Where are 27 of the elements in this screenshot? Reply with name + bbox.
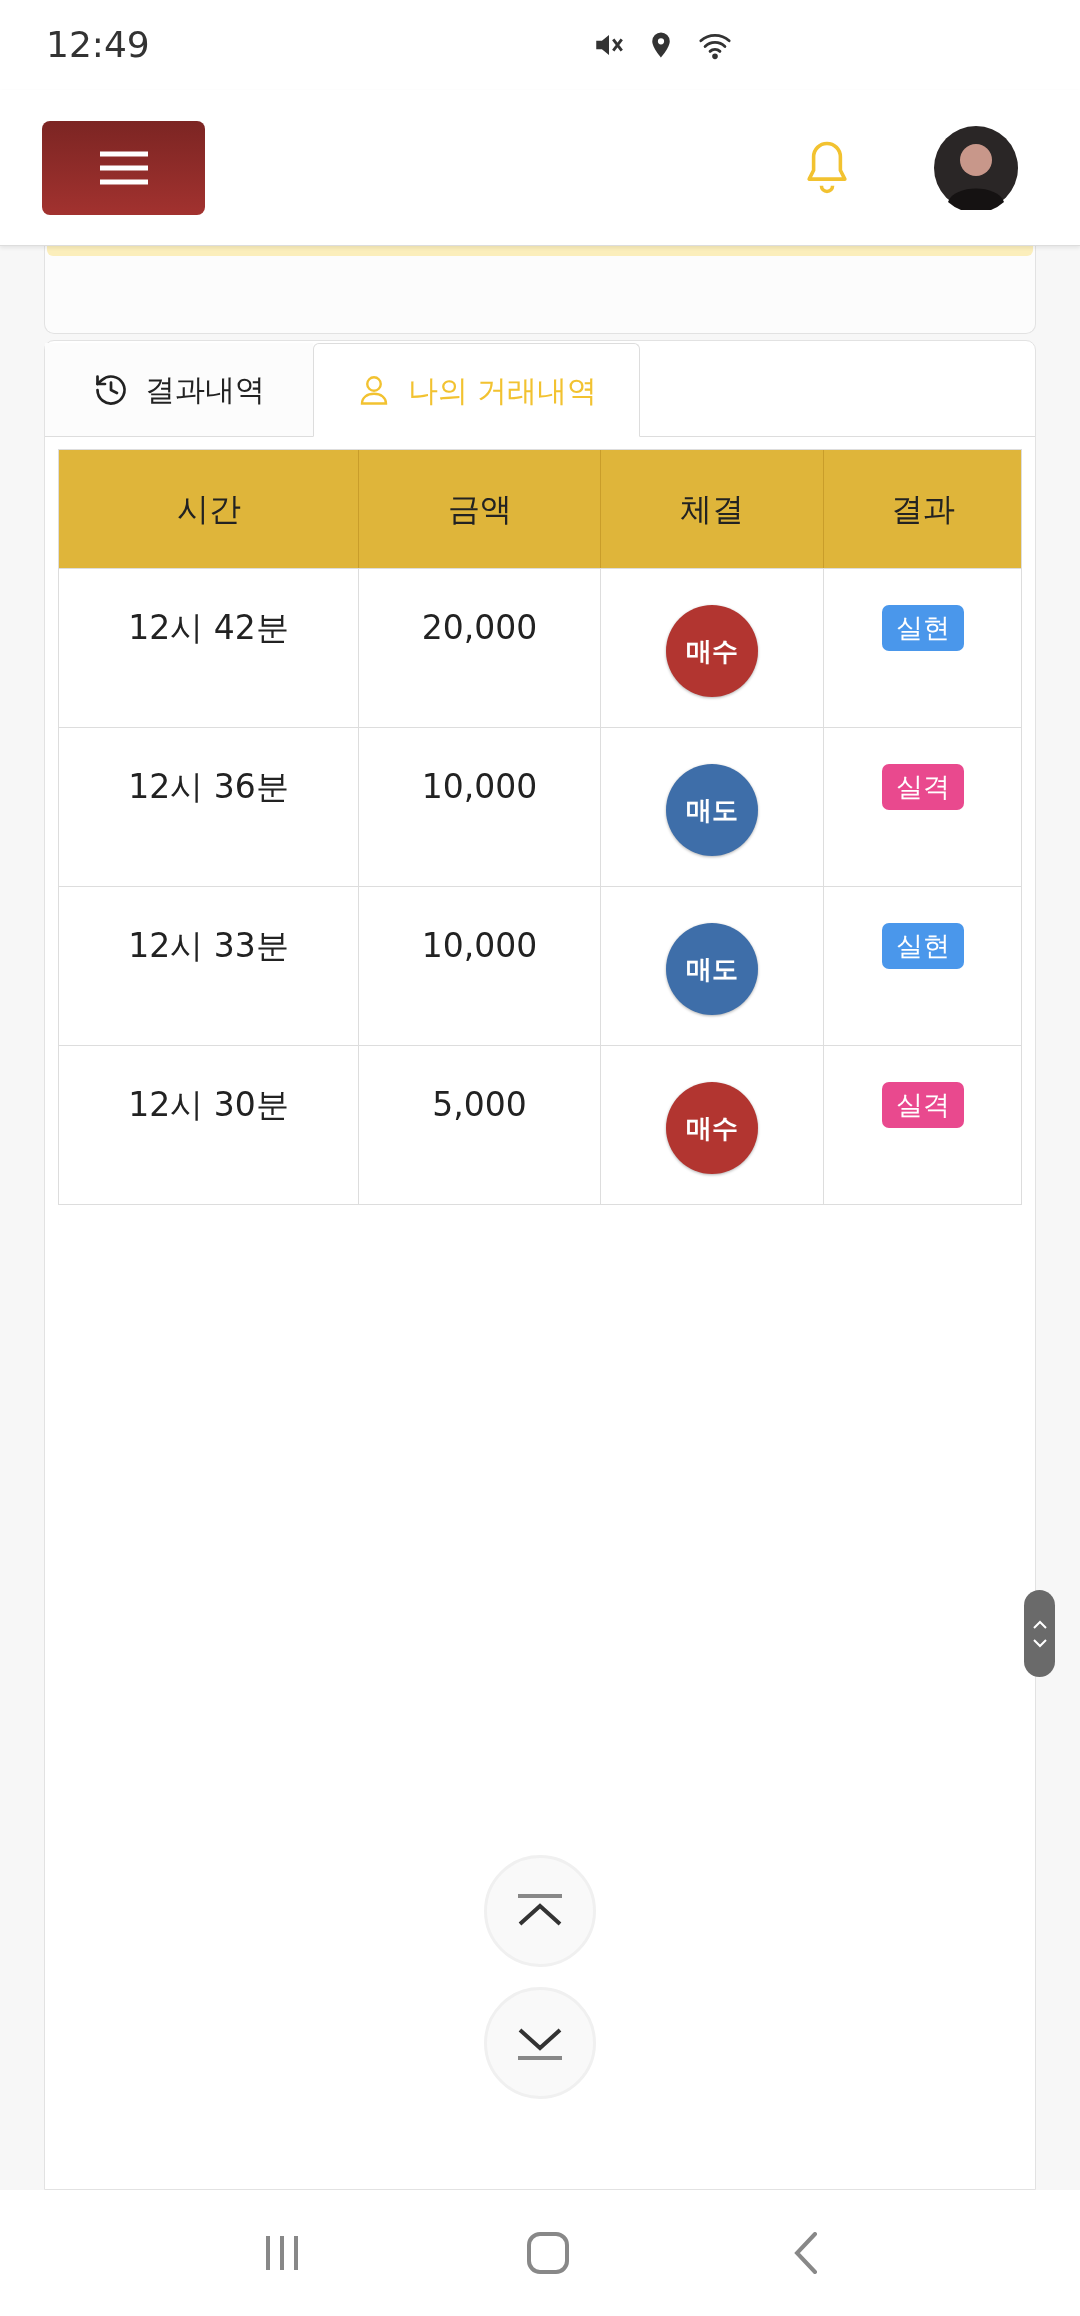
menu-button[interactable]	[42, 120, 205, 215]
result-badge: 실격	[881, 764, 964, 810]
column-header: 시간	[59, 450, 359, 568]
amount-cell-text: 5,000	[432, 1084, 527, 1126]
time-cell-text: 12시 33분	[128, 925, 289, 967]
result-badge: 실격	[881, 1082, 964, 1128]
trade-badge: 매도	[666, 923, 758, 1015]
amount-cell-text: 10,000	[421, 925, 538, 967]
amount-cell-text: 10,000	[421, 766, 538, 808]
trade-badge: 매수	[666, 605, 758, 697]
result-badge: 실현	[881, 923, 964, 969]
result-badge: 실현	[881, 605, 964, 651]
column-header: 금액	[359, 450, 601, 568]
back-icon[interactable]	[793, 2232, 818, 2274]
scroll-handle[interactable]	[1024, 1590, 1055, 1677]
time-cell-text: 12시 42분	[128, 607, 289, 649]
trade-badge: 매수	[666, 1082, 758, 1174]
home-icon[interactable]	[527, 2232, 569, 2274]
menu-icon	[99, 150, 148, 185]
time-cell-text: 12시 36분	[128, 766, 289, 808]
trade-badge: 매도	[666, 764, 758, 856]
column-header: 결과	[889, 489, 956, 530]
amount-cell-text: 20,000	[421, 607, 538, 649]
status-time: 12:49	[46, 23, 150, 67]
avatar[interactable]	[934, 125, 1018, 210]
time-cell-text: 12시 30분	[128, 1084, 289, 1126]
column-header: 체결	[601, 450, 824, 568]
